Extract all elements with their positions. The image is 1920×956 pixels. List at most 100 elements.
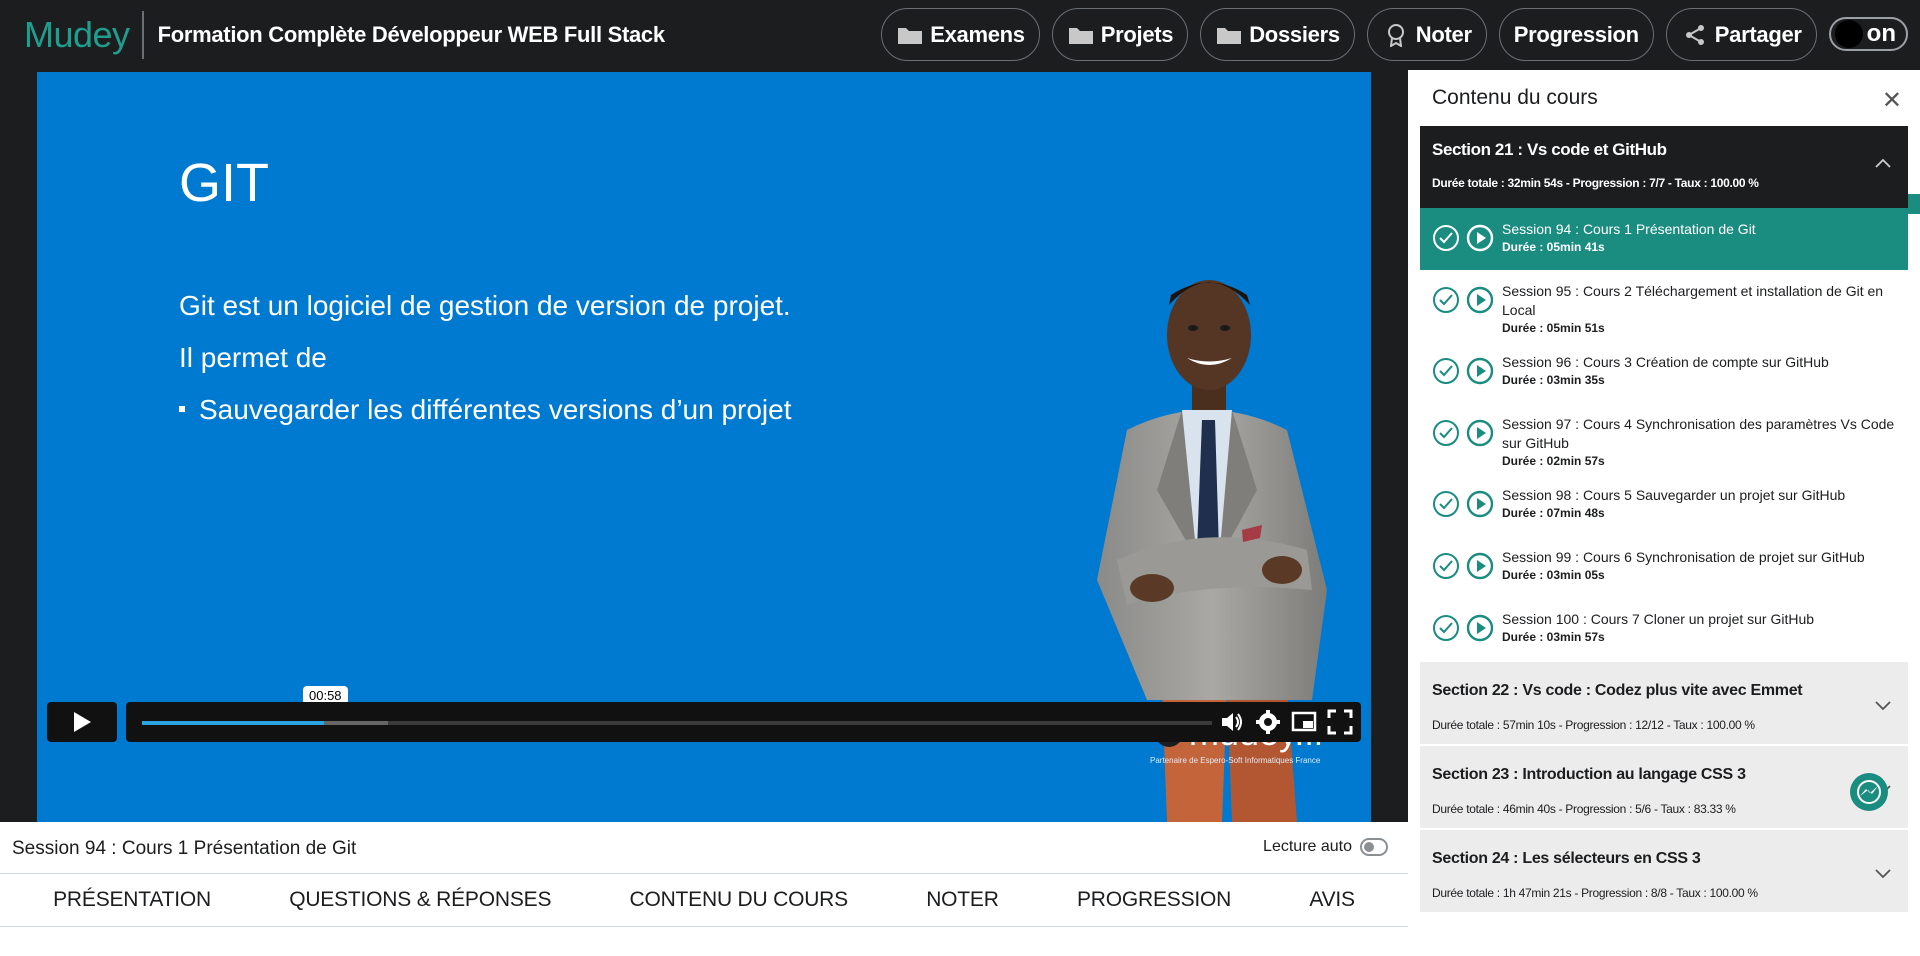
lesson-text: Session 97 : Cours 4 Synchronisation des… bbox=[1502, 415, 1896, 468]
messenger-icon bbox=[1857, 780, 1881, 804]
lesson-text: Session 100 : Cours 7 Cloner un projet s… bbox=[1502, 610, 1814, 644]
lesson-text: Session 98 : Cours 5 Sauvegarder un proj… bbox=[1502, 486, 1845, 520]
lesson-duration: Durée : 02min 57s bbox=[1502, 454, 1605, 468]
slide-bullet: Sauvegarder les différentes versions d’u… bbox=[179, 394, 792, 426]
section-meta: Durée totale : 32min 54s - Progression :… bbox=[1432, 176, 1759, 190]
lesson-title: Session 97 : Cours 4 Synchronisation des… bbox=[1502, 416, 1895, 451]
nav-button-examens[interactable]: Examens bbox=[881, 8, 1040, 61]
completed-check-icon bbox=[1433, 358, 1459, 384]
section-meta: Durée totale : 1h 47min 21s - Progressio… bbox=[1432, 886, 1758, 900]
pip-icon[interactable] bbox=[1291, 708, 1317, 736]
completed-check-icon bbox=[1433, 420, 1459, 446]
nav-button-label: Dossiers bbox=[1249, 21, 1340, 47]
lesson-duration: Durée : 07min 48s bbox=[1502, 506, 1605, 520]
lesson-item[interactable]: Session 96 : Cours 3 Création de compte … bbox=[1420, 341, 1908, 403]
chevron-down-icon[interactable] bbox=[1874, 696, 1892, 714]
video-player[interactable]: GIT Git est un logiciel de gestion de ve… bbox=[0, 70, 1408, 822]
course-title: Formation Complète Développeur WEB Full … bbox=[157, 22, 666, 47]
sidebar-header: Contenu du cours ✕ bbox=[1420, 70, 1908, 126]
nav-button-label: Progression bbox=[1513, 21, 1639, 47]
tab-contenu-du-cours[interactable]: CONTENU DU COURS bbox=[629, 888, 848, 912]
tab-progression[interactable]: PROGRESSION bbox=[1077, 888, 1231, 912]
watermark-subtitle: Partenaire de Espero-Soft Informatiques … bbox=[1150, 756, 1321, 765]
toggle-label: on bbox=[1866, 20, 1896, 47]
lesson-item[interactable]: Session 98 : Cours 5 Sauvegarder un proj… bbox=[1420, 474, 1908, 536]
lesson-icons bbox=[1432, 548, 1494, 580]
lesson-text: Session 95 : Cours 2 Téléchargement et i… bbox=[1502, 282, 1896, 335]
slide-title: GIT bbox=[179, 153, 269, 213]
section-collapsed[interactable]: Section 22 : Vs code : Codez plus vite a… bbox=[1420, 660, 1908, 744]
section-title: Section 24 : Les sélecteurs en CSS 3 bbox=[1432, 850, 1701, 867]
nav-button-label: Partager bbox=[1714, 21, 1802, 47]
lesson-icons bbox=[1432, 220, 1494, 252]
lesson-item[interactable]: Session 100 : Cours 7 Cloner un projet s… bbox=[1420, 598, 1908, 660]
close-icon[interactable]: ✕ bbox=[1882, 86, 1902, 115]
tab-questions-r-ponses[interactable]: QUESTIONS & RÉPONSES bbox=[289, 888, 551, 912]
tab-noter[interactable]: NOTER bbox=[926, 888, 999, 912]
closed-section-list: Section 22 : Vs code : Codez plus vite a… bbox=[1420, 660, 1908, 912]
play-button[interactable] bbox=[47, 702, 117, 742]
lesson-item[interactable]: Session 97 : Cours 4 Synchronisation des… bbox=[1420, 403, 1908, 474]
lesson-text: Session 96 : Cours 3 Création de compte … bbox=[1502, 353, 1829, 387]
play-circle-icon bbox=[1466, 490, 1494, 518]
completed-check-icon bbox=[1433, 287, 1459, 313]
nav-button-noter[interactable]: Noter bbox=[1366, 8, 1487, 61]
section-open[interactable]: Section 21 : Vs code et GitHub Durée tot… bbox=[1420, 126, 1908, 208]
course-content-sidebar: Contenu du cours ✕ Section 21 : Vs code … bbox=[1420, 70, 1908, 956]
chevron-down-icon[interactable] bbox=[1874, 864, 1892, 882]
nav-button-progression[interactable]: Progression bbox=[1498, 8, 1654, 61]
folder-icon bbox=[1067, 23, 1095, 47]
lesson-item[interactable]: Session 95 : Cours 2 Téléchargement et i… bbox=[1420, 270, 1908, 341]
lesson-icons bbox=[1432, 353, 1494, 385]
lesson-item[interactable]: Session 94 : Cours 1 Présentation de Git… bbox=[1420, 208, 1908, 270]
play-circle-icon bbox=[1466, 552, 1494, 580]
share-icon bbox=[1681, 23, 1709, 47]
slide-text-line: Il permet de bbox=[179, 342, 327, 373]
play-circle-icon bbox=[1466, 224, 1494, 252]
nav-button-label: Examens bbox=[930, 21, 1025, 47]
nav-button-label: Noter bbox=[1415, 21, 1472, 47]
slide-text-line: Git est un logiciel de gestion de versio… bbox=[179, 290, 791, 321]
lesson-title: Session 94 : Cours 1 Présentation de Git bbox=[1502, 221, 1756, 237]
settings-icon[interactable] bbox=[1255, 708, 1281, 736]
completed-check-icon bbox=[1433, 225, 1459, 251]
lesson-text: Session 99 : Cours 6 Synchronisation de … bbox=[1502, 548, 1865, 582]
autoplay-toggle[interactable]: Lecture auto bbox=[1263, 838, 1388, 856]
nav-button-dossiers[interactable]: Dossiers bbox=[1200, 8, 1355, 61]
lesson-duration: Durée : 03min 05s bbox=[1502, 568, 1605, 582]
chevron-up-icon[interactable] bbox=[1874, 154, 1892, 172]
played-bar bbox=[142, 721, 324, 725]
dark-mode-toggle[interactable]: on bbox=[1828, 17, 1908, 51]
section-collapsed[interactable]: Section 24 : Les sélecteurs en CSS 3 Duré… bbox=[1420, 828, 1908, 912]
autoplay-switch[interactable] bbox=[1360, 838, 1388, 856]
nav-button-projets[interactable]: Projets bbox=[1051, 8, 1189, 61]
section-title: Section 21 : Vs code et GitHub bbox=[1432, 140, 1667, 159]
section-meta: Durée totale : 46min 40s - Progression :… bbox=[1432, 802, 1736, 816]
tab-pr-sentation[interactable]: PRÉSENTATION bbox=[53, 888, 211, 912]
current-session-title: Session 94 : Cours 1 Présentation de Git bbox=[12, 838, 357, 859]
section-title: Section 23 : Introduction au langage CSS… bbox=[1432, 766, 1746, 783]
volume-icon[interactable] bbox=[1219, 708, 1245, 736]
lesson-list: Session 94 : Cours 1 Présentation de Git… bbox=[1420, 208, 1908, 660]
tab-avis[interactable]: AVIS bbox=[1309, 888, 1355, 912]
completed-check-icon bbox=[1433, 491, 1459, 517]
fullscreen-icon[interactable] bbox=[1327, 708, 1353, 736]
lesson-item[interactable]: Session 99 : Cours 6 Synchronisation de … bbox=[1420, 536, 1908, 598]
lesson-text: Session 94 : Cours 1 Présentation de Git… bbox=[1502, 220, 1756, 254]
messenger-chat-button[interactable] bbox=[1850, 773, 1888, 811]
lesson-duration: Durée : 05min 51s bbox=[1502, 321, 1605, 335]
sidebar-title: Contenu du cours bbox=[1432, 86, 1598, 109]
section-collapsed[interactable]: Section 23 : Introduction au langage CSS… bbox=[1420, 744, 1908, 828]
bullet-icon bbox=[179, 405, 185, 412]
lesson-icons bbox=[1432, 610, 1494, 642]
control-icons bbox=[1219, 708, 1353, 736]
play-icon bbox=[74, 712, 91, 732]
nav-button-partager[interactable]: Partager bbox=[1665, 8, 1817, 61]
lesson-duration: Durée : 05min 41s bbox=[1502, 240, 1605, 254]
progress-track[interactable] bbox=[142, 721, 1212, 725]
completed-check-icon bbox=[1433, 615, 1459, 641]
completed-check-icon bbox=[1433, 553, 1459, 579]
logo[interactable]: Mudey bbox=[0, 11, 144, 59]
award-icon bbox=[1382, 23, 1410, 47]
course-tabs: PRÉSENTATION QUESTIONS & RÉPONSES CONTENU … bbox=[0, 873, 1408, 927]
